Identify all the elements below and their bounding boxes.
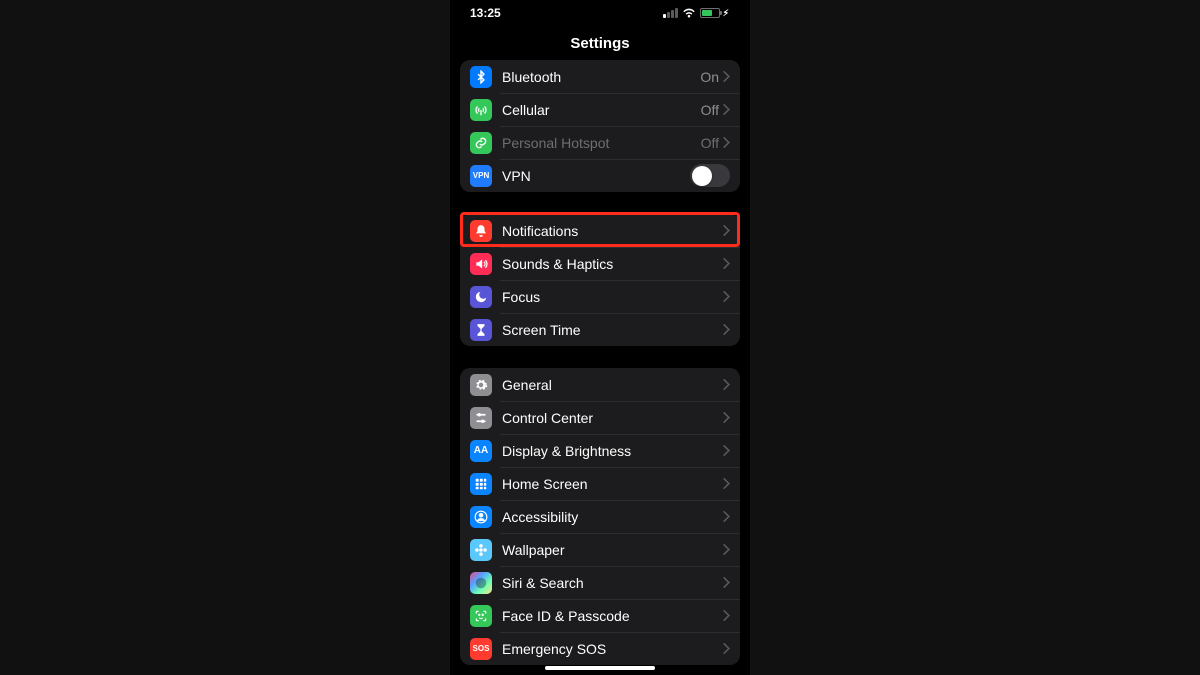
face-icon (470, 605, 492, 627)
row-label: Control Center (502, 410, 723, 426)
sos-icon: SOS (470, 638, 492, 660)
row-label: Notifications (502, 223, 723, 239)
bell-icon (470, 220, 492, 242)
settings-group: General Control Center AA Display & Brightn… (460, 368, 740, 665)
row-accessibility[interactable]: Accessibility (460, 500, 740, 533)
phone-frame: 13:25 ⚡︎ Settings BluetoothOnCellularOff… (450, 0, 750, 675)
page-title: Settings (570, 35, 629, 52)
link-icon (470, 132, 492, 154)
person-icon (470, 506, 492, 528)
home-indicator[interactable] (545, 666, 655, 670)
row-focus[interactable]: Focus (460, 280, 740, 313)
row-control-center[interactable]: Control Center (460, 401, 740, 434)
wifi-icon (682, 8, 696, 18)
battery-icon (700, 8, 720, 18)
row-label: Accessibility (502, 509, 723, 525)
row-faceid-passcode[interactable]: Face ID & Passcode (460, 599, 740, 632)
chevron-right-icon (723, 577, 730, 588)
row-general[interactable]: General (460, 368, 740, 401)
row-label: Personal Hotspot (502, 135, 701, 151)
row-wallpaper[interactable]: Wallpaper (460, 533, 740, 566)
row-label: VPN (502, 168, 690, 184)
row-label: Focus (502, 289, 723, 305)
grid-icon (470, 473, 492, 495)
siri-icon (470, 572, 492, 594)
chevron-right-icon (723, 511, 730, 522)
settings-group: BluetoothOnCellularOffPersonal HotspotOf… (460, 60, 740, 192)
chevron-right-icon (723, 445, 730, 456)
row-label: Emergency SOS (502, 641, 723, 657)
chevron-right-icon (723, 478, 730, 489)
chevron-right-icon (723, 643, 730, 654)
speaker-icon (470, 253, 492, 275)
row-cellular[interactable]: CellularOff (460, 93, 740, 126)
row-label: Wallpaper (502, 542, 723, 558)
nav-title: Settings (450, 26, 750, 60)
gear-icon (470, 374, 492, 396)
charging-icon: ⚡︎ (723, 8, 729, 19)
row-label: Sounds & Haptics (502, 256, 723, 272)
moon-icon (470, 286, 492, 308)
antenna-icon (470, 99, 492, 121)
sliders-icon (470, 407, 492, 429)
chevron-right-icon (723, 258, 730, 269)
settings-group: Notifications Sounds & Haptics Focus Screen… (460, 214, 740, 346)
status-bar: 13:25 ⚡︎ (450, 0, 750, 26)
row-bluetooth[interactable]: BluetoothOn (460, 60, 740, 93)
row-emergency-sos[interactable]: SOS Emergency SOS (460, 632, 740, 665)
row-sounds-haptics[interactable]: Sounds & Haptics (460, 247, 740, 280)
row-display-brightness[interactable]: AA Display & Brightness (460, 434, 740, 467)
row-label: Face ID & Passcode (502, 608, 723, 624)
vpn-icon: VPN (470, 165, 492, 187)
row-siri-search[interactable]: Siri & Search (460, 566, 740, 599)
chevron-right-icon (723, 225, 730, 236)
row-value: Off (701, 135, 719, 151)
cellular-signal-icon (663, 8, 678, 18)
chevron-right-icon (723, 412, 730, 423)
row-value: Off (701, 102, 719, 118)
row-screen-time[interactable]: Screen Time (460, 313, 740, 346)
row-home-screen[interactable]: Home Screen (460, 467, 740, 500)
row-label: Cellular (502, 102, 701, 118)
row-notifications[interactable]: Notifications (460, 214, 740, 247)
aa-icon: AA (470, 440, 492, 462)
chevron-right-icon (723, 610, 730, 621)
row-vpn[interactable]: VPN VPN (460, 159, 740, 192)
row-label: General (502, 377, 723, 393)
status-time: 13:25 (470, 6, 501, 20)
settings-scroll[interactable]: BluetoothOnCellularOffPersonal HotspotOf… (450, 60, 750, 675)
vpn-toggle[interactable] (690, 164, 730, 187)
chevron-right-icon (723, 379, 730, 390)
status-right: ⚡︎ (663, 8, 730, 19)
row-label: Siri & Search (502, 575, 723, 591)
row-label: Bluetooth (502, 69, 700, 85)
hourglass-icon (470, 319, 492, 341)
row-label: Home Screen (502, 476, 723, 492)
chevron-right-icon (723, 324, 730, 335)
bluetooth-icon (470, 66, 492, 88)
chevron-right-icon (723, 291, 730, 302)
chevron-right-icon (723, 71, 730, 82)
chevron-right-icon (723, 137, 730, 148)
row-label: Screen Time (502, 322, 723, 338)
row-personal-hotspot[interactable]: Personal HotspotOff (460, 126, 740, 159)
chevron-right-icon (723, 544, 730, 555)
flower-icon (470, 539, 492, 561)
chevron-right-icon (723, 104, 730, 115)
row-value: On (700, 69, 719, 85)
row-label: Display & Brightness (502, 443, 723, 459)
